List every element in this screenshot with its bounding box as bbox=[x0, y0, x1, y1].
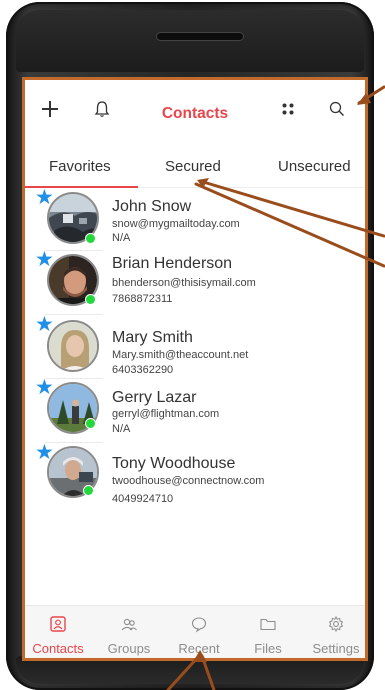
favorite-star-icon: ★ bbox=[35, 313, 54, 336]
online-status-icon bbox=[85, 418, 96, 429]
phone-top-bezel bbox=[16, 10, 364, 72]
online-status-icon bbox=[83, 485, 94, 496]
contact-row-mary-smith[interactable]: ★ Mary Smith Mary.smith@theaccount.net 6… bbox=[25, 314, 365, 380]
app-header: Contacts bbox=[25, 80, 365, 142]
bottom-nav: Contacts Groups Recent Files Settings bbox=[25, 605, 365, 658]
favorite-star-icon: ★ bbox=[35, 441, 54, 464]
nav-label: Files bbox=[254, 641, 282, 656]
contact-name: John Snow bbox=[112, 198, 192, 215]
contact-row-brian-henderson[interactable]: ★ Brian Henderson bhenderson@thisisymail… bbox=[25, 249, 365, 316]
contact-email: twoodhouse@connectnow.com bbox=[112, 475, 265, 487]
contact-phone: 6403362290 bbox=[112, 364, 174, 376]
favorite-star-icon: ★ bbox=[35, 248, 54, 271]
contact-email: Mary.smith@theaccount.net bbox=[112, 349, 249, 361]
online-status-icon bbox=[85, 294, 96, 305]
contact-name: Gerry Lazar bbox=[112, 389, 197, 406]
favorite-star-icon: ★ bbox=[35, 186, 54, 209]
online-status-icon bbox=[85, 233, 96, 244]
contact-name: Mary Smith bbox=[112, 329, 193, 346]
contact-row-john-snow[interactable]: ★ John Snow snow@mygmailtoday.com N/A bbox=[25, 186, 365, 252]
contacts-icon bbox=[50, 616, 66, 632]
contact-name: Tony Woodhouse bbox=[112, 455, 236, 472]
contact-email: bhenderson@thisisymail.com bbox=[112, 277, 256, 289]
contact-phone: 7868872311 bbox=[112, 293, 173, 305]
nav-files[interactable]: Files bbox=[235, 606, 301, 658]
contact-email: gerryl@flightman.com bbox=[112, 408, 220, 420]
contact-phone: N/A bbox=[112, 232, 131, 244]
search-button[interactable] bbox=[324, 96, 350, 122]
nav-label: Settings bbox=[312, 641, 360, 656]
search-icon bbox=[329, 101, 344, 116]
tab-unsecured[interactable]: Unsecured bbox=[278, 158, 351, 175]
contact-name: Brian Henderson bbox=[112, 255, 233, 272]
tab-favorites[interactable]: Favorites bbox=[49, 158, 111, 175]
nav-contacts[interactable]: Contacts bbox=[25, 606, 91, 658]
contact-row-tony-woodhouse[interactable]: ★ Tony Woodhouse twoodhouse@connectnow.c… bbox=[25, 442, 365, 508]
favorite-star-icon: ★ bbox=[35, 376, 54, 399]
folder-icon bbox=[260, 618, 276, 631]
nav-label: Recent bbox=[178, 641, 220, 656]
avatar bbox=[47, 320, 99, 372]
speaker-grille bbox=[156, 32, 244, 41]
nav-settings[interactable]: Settings bbox=[303, 606, 365, 658]
nav-label: Contacts bbox=[32, 641, 84, 656]
grid-icon bbox=[282, 103, 294, 115]
contact-phone: 4049924710 bbox=[112, 493, 174, 505]
nav-groups[interactable]: Groups bbox=[95, 606, 163, 658]
grid-view-button[interactable] bbox=[275, 96, 301, 122]
nav-recent[interactable]: Recent bbox=[165, 606, 233, 658]
groups-icon bbox=[121, 618, 137, 631]
app-screen: Contacts Favorites Secured Unsecured ★ J… bbox=[22, 77, 368, 661]
page-title: Contacts bbox=[161, 105, 229, 122]
nav-label: Groups bbox=[107, 641, 151, 656]
contact-email: snow@mygmailtoday.com bbox=[112, 218, 240, 230]
tab-secured[interactable]: Secured bbox=[165, 158, 221, 175]
contact-tabs: Favorites Secured Unsecured bbox=[25, 144, 365, 188]
chat-bubble-icon bbox=[191, 617, 207, 633]
contact-row-gerry-lazar[interactable]: ★ Gerry Lazar gerryl@flightman.com N/A bbox=[25, 377, 365, 444]
contact-phone: N/A bbox=[112, 423, 131, 435]
gear-icon bbox=[328, 615, 344, 633]
